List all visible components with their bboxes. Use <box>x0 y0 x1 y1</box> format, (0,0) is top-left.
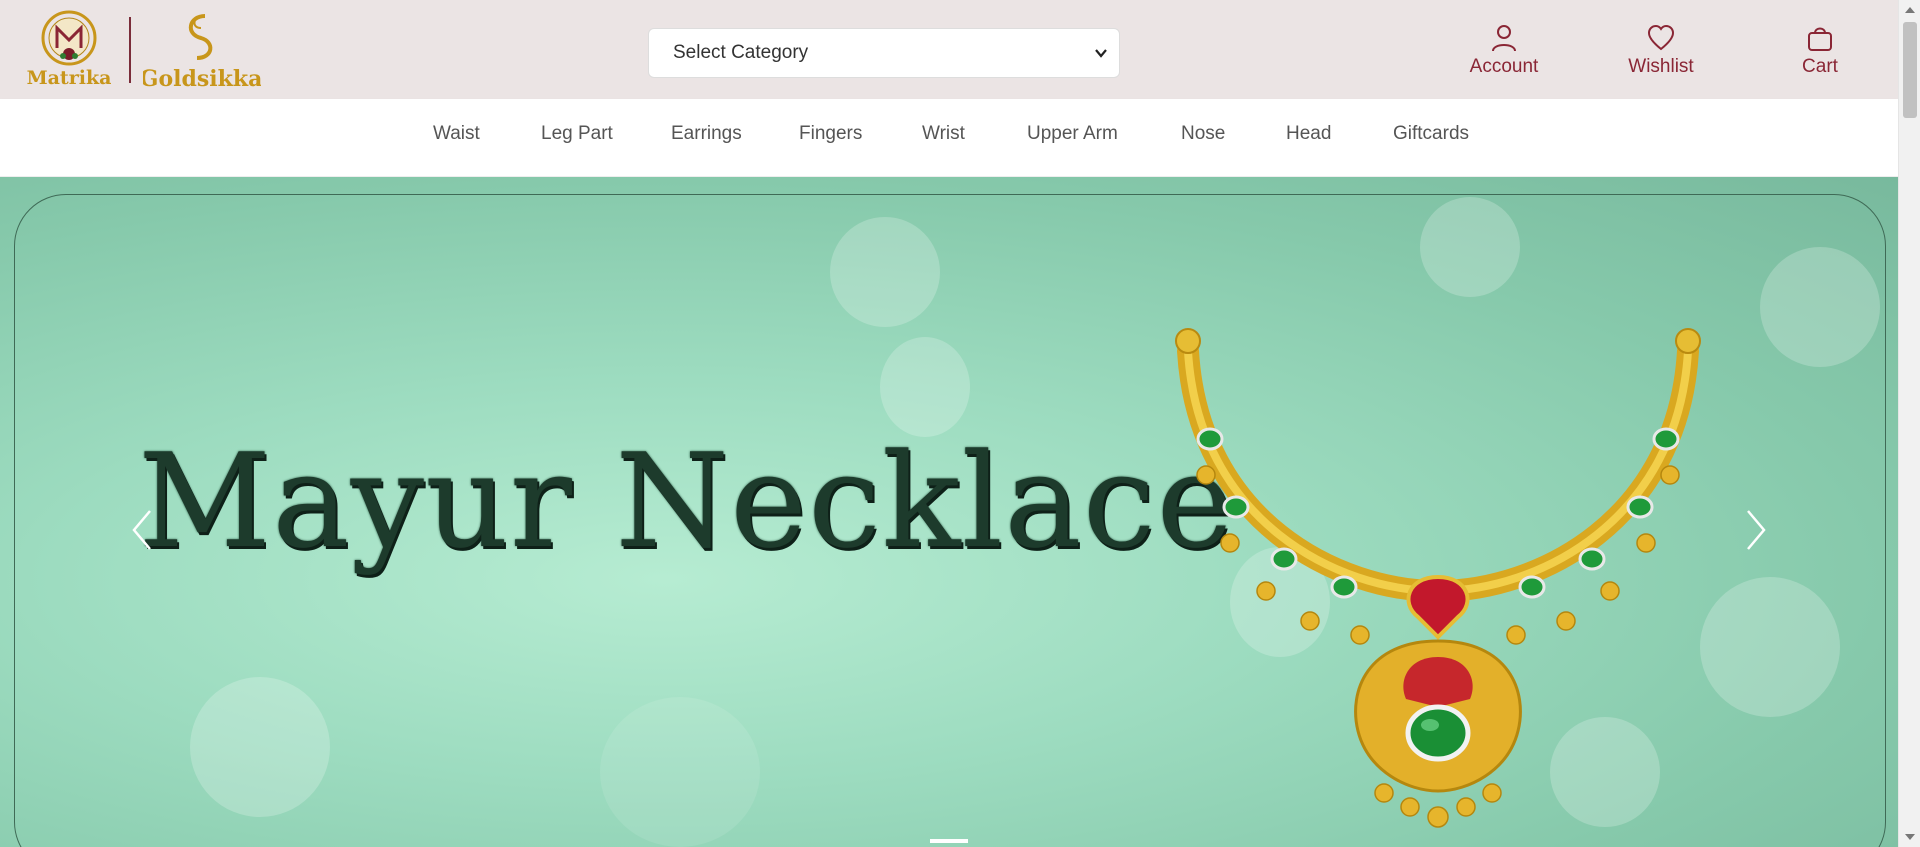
nav-item-fingers[interactable]: Fingers <box>799 123 862 145</box>
category-select-value: Select Category <box>673 42 809 63</box>
logo-divider <box>129 17 131 83</box>
cart-label: Cart <box>1802 56 1838 77</box>
scroll-up-arrow-icon[interactable] <box>1904 5 1916 15</box>
category-nav: Waist Leg Part Earrings Fingers Wrist Up… <box>0 99 1898 177</box>
necklace-image <box>1175 328 1701 828</box>
nav-item-giftcards[interactable]: Giftcards <box>1393 123 1469 145</box>
brand-logos[interactable]: Matrika Goldsikka <box>27 8 262 92</box>
category-select[interactable]: Select Category <box>648 28 1120 78</box>
matrika-logo-text: Matrika <box>27 67 111 89</box>
nav-item-wrist[interactable]: Wrist <box>922 123 965 145</box>
goldsikka-logo-text: Goldsikka <box>143 66 261 92</box>
scrollbar-thumb[interactable] <box>1903 22 1917 118</box>
nav-item-head[interactable]: Head <box>1286 123 1331 145</box>
scroll-down-arrow-icon[interactable] <box>1904 832 1916 842</box>
cart-link[interactable]: Cart <box>1794 24 1846 84</box>
account-link[interactable]: Account <box>1458 24 1550 84</box>
wishlist-link[interactable]: Wishlist <box>1622 24 1700 84</box>
chevron-left-icon[interactable] <box>128 507 156 553</box>
goldsikka-logo[interactable]: Goldsikka <box>140 8 262 92</box>
banner-headline: Mayur Necklace <box>138 425 1235 577</box>
page-scrollbar[interactable] <box>1898 0 1920 847</box>
nav-item-upper-arm[interactable]: Upper Arm <box>1027 123 1118 145</box>
nav-item-nose[interactable]: Nose <box>1181 123 1225 145</box>
site-header: Matrika Goldsikka Select Category Accoun… <box>0 0 1898 99</box>
shopping-bag-icon <box>1808 27 1832 51</box>
carousel-indicator-active[interactable] <box>930 839 968 843</box>
matrika-logo[interactable]: Matrika <box>27 8 111 92</box>
nav-item-waist[interactable]: Waist <box>433 123 480 145</box>
chevron-down-icon <box>1093 45 1109 61</box>
account-label: Account <box>1469 56 1539 77</box>
chevron-right-icon[interactable] <box>1742 507 1770 553</box>
hero-banner[interactable]: Mayur Necklace <box>0 177 1898 847</box>
nav-item-leg-part[interactable]: Leg Part <box>541 123 613 145</box>
wishlist-label: Wishlist <box>1628 56 1694 77</box>
heart-icon <box>1647 24 1675 51</box>
nav-item-earrings[interactable]: Earrings <box>671 123 742 145</box>
user-icon <box>1492 25 1516 52</box>
